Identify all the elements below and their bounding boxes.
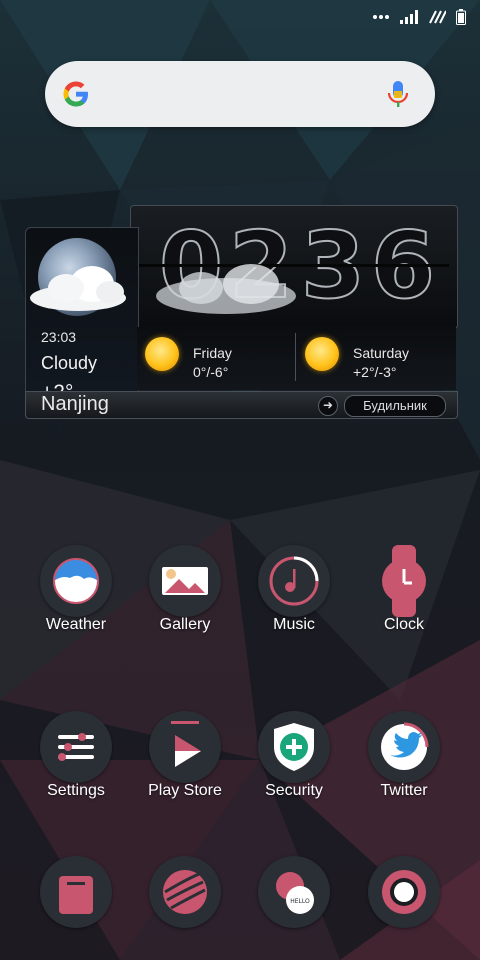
app-label: Settings: [47, 782, 105, 799]
play-store-icon: [149, 711, 221, 783]
clock-icon: [368, 545, 440, 617]
music-icon: [258, 545, 330, 617]
app-label: Music: [273, 616, 315, 633]
twitter-icon: [368, 711, 440, 783]
app-grid: Weather Gallery Music Clock Settings Pla…: [0, 0, 480, 960]
app-play-store[interactable]: Play Store: [130, 711, 240, 811]
app-label: Clock: [383, 616, 424, 633]
messaging-hello-icon: HELLO: [258, 856, 330, 928]
app-messaging[interactable]: HELLO: [239, 856, 349, 956]
app-label: Play Store: [148, 782, 222, 799]
settings-icon: [40, 711, 112, 783]
app-weather[interactable]: Weather: [21, 545, 131, 645]
app-clock[interactable]: Clock: [349, 545, 459, 645]
browser-globe-icon: [149, 856, 221, 928]
gallery-icon: [149, 545, 221, 617]
app-phone[interactable]: [21, 856, 131, 956]
app-security[interactable]: Security: [239, 711, 349, 811]
app-label: Weather: [45, 616, 107, 633]
phone-icon: [40, 856, 112, 928]
app-label: Twitter: [380, 782, 428, 799]
camera-icon: [368, 856, 440, 928]
weather-icon: [40, 545, 112, 617]
security-icon: [258, 711, 330, 783]
app-label: Gallery: [159, 616, 211, 633]
app-label: Security: [265, 782, 323, 799]
app-twitter[interactable]: Twitter: [349, 711, 459, 811]
svg-text:HELLO: HELLO: [290, 898, 310, 905]
app-camera[interactable]: [349, 856, 459, 956]
app-music[interactable]: Music: [239, 545, 349, 645]
app-browser[interactable]: [130, 856, 240, 956]
app-gallery[interactable]: Gallery: [130, 545, 240, 645]
app-settings[interactable]: Settings: [21, 711, 131, 811]
